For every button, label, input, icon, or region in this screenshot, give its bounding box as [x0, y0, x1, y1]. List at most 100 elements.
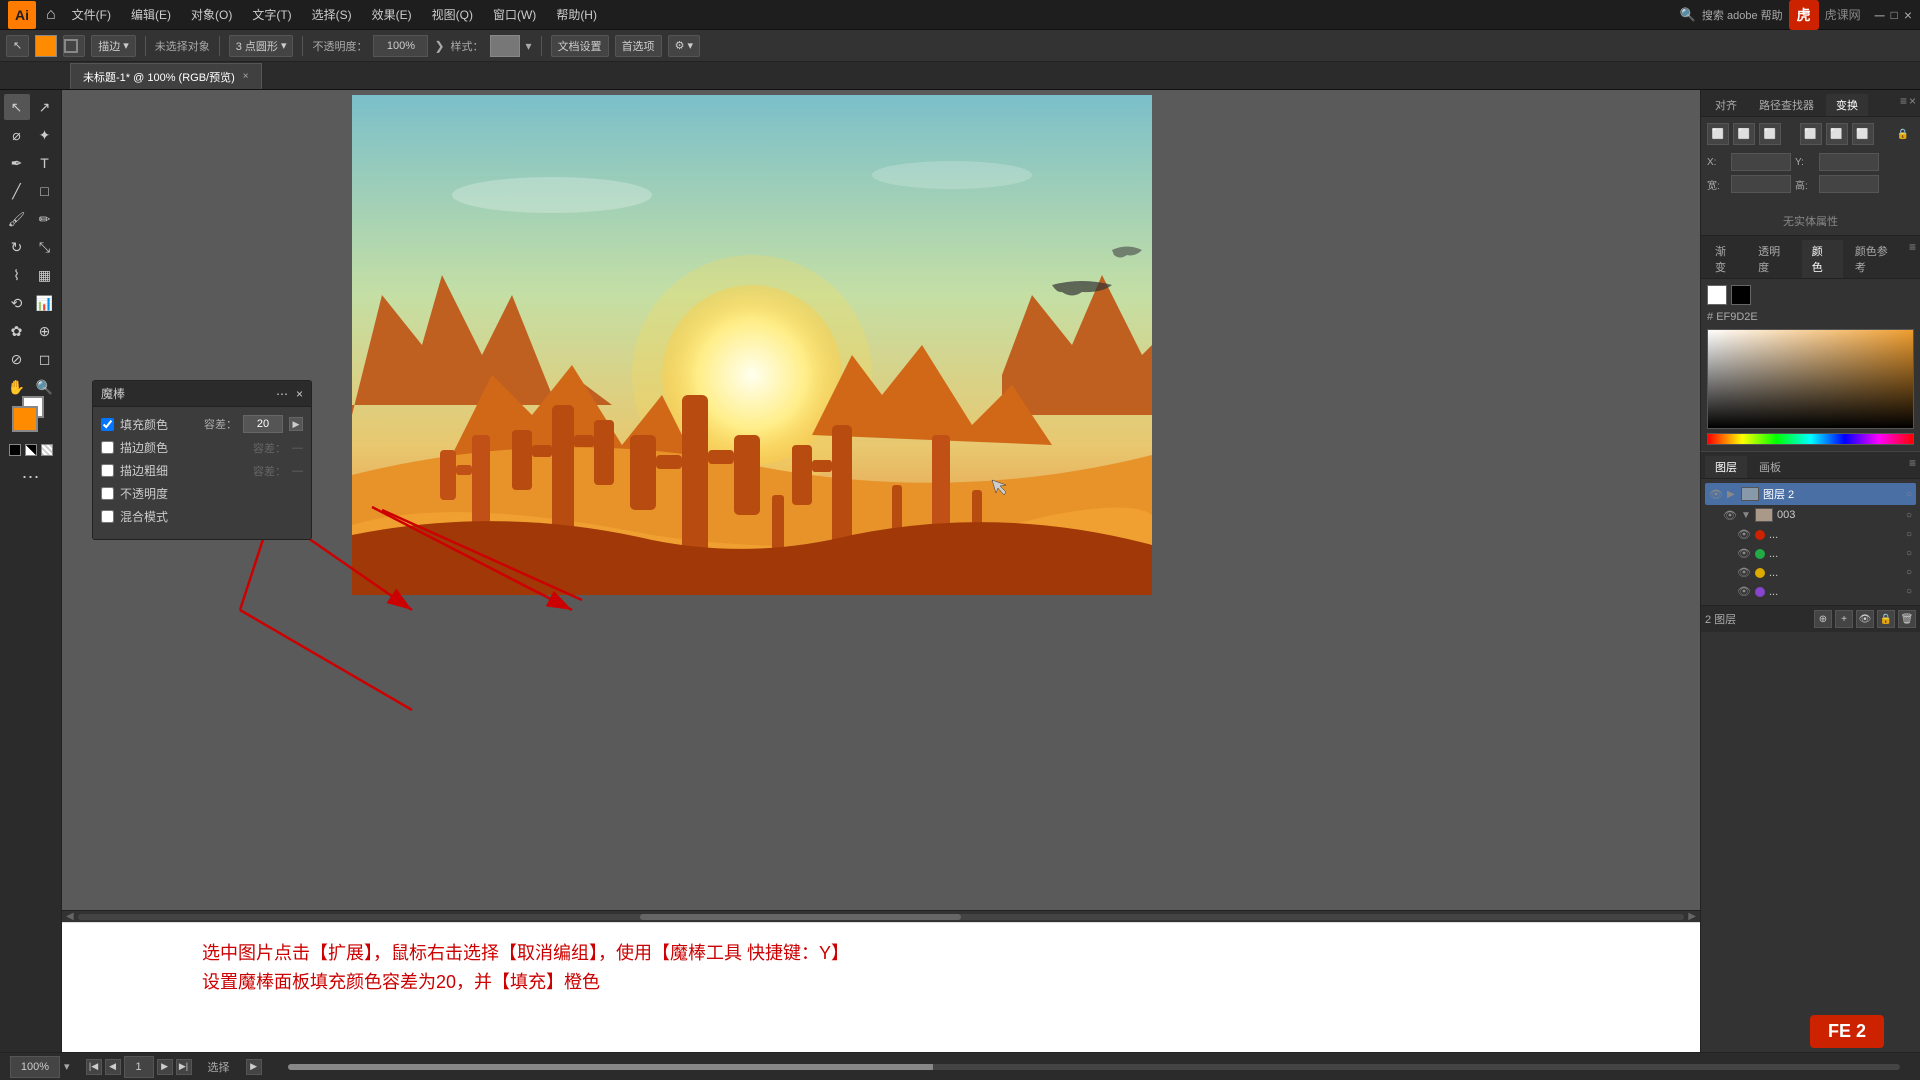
menu-select[interactable]: 选择(S): [304, 4, 360, 25]
panel-close-icon[interactable]: ×: [296, 387, 303, 401]
menu-effect[interactable]: 效果(E): [364, 4, 420, 25]
layer-2-eye[interactable]: 👁: [1709, 488, 1723, 501]
show-hide-all-btn[interactable]: 👁: [1856, 610, 1874, 628]
menu-text[interactable]: 文字(T): [244, 4, 299, 25]
align-center-h-btn[interactable]: ⬜: [1733, 123, 1755, 145]
first-option-btn[interactable]: 首选项: [615, 35, 662, 57]
direct-select-tool[interactable]: ↗: [32, 94, 58, 120]
home-icon[interactable]: ⌂: [46, 6, 56, 24]
document-tab[interactable]: 未标题-1* @ 100% (RGB/预览) ×: [70, 63, 262, 89]
menu-edit[interactable]: 编辑(E): [123, 4, 179, 25]
pen-tool[interactable]: ✒: [4, 150, 30, 176]
align-bottom-btn[interactable]: ⬜: [1852, 123, 1874, 145]
prev-page-btn[interactable]: ◀: [105, 1059, 121, 1075]
layer-yellow-eye[interactable]: 👁: [1737, 566, 1751, 579]
column-tool[interactable]: ▦: [32, 262, 58, 288]
hue-slider[interactable]: [1707, 433, 1914, 445]
next-page-btn[interactable]: ▶: [157, 1059, 173, 1075]
zoom-dropdown-icon[interactable]: ▾: [64, 1060, 70, 1073]
pencil-tool[interactable]: ✏: [32, 206, 58, 232]
h-input[interactable]: [1819, 175, 1879, 193]
layer-2-arrow[interactable]: ▶: [1727, 489, 1737, 500]
canvas-settings-btn[interactable]: ⚙ ▾: [668, 35, 700, 57]
tab-color-guide[interactable]: 颜色参考: [1845, 240, 1907, 278]
black-swatch[interactable]: [1731, 285, 1751, 305]
style-swatch[interactable]: [490, 35, 520, 57]
panel-menu-icon[interactable]: ⋯: [276, 387, 288, 401]
tab-transform[interactable]: 变换: [1826, 94, 1868, 116]
pattern-swatch[interactable]: [41, 444, 53, 456]
menu-file[interactable]: 文件(F): [64, 4, 119, 25]
close-icon[interactable]: ×: [1904, 7, 1912, 23]
new-layer-btn[interactable]: +: [1835, 610, 1853, 628]
scale-tool[interactable]: ⤡: [32, 234, 58, 260]
warp-tool[interactable]: ⌇: [4, 262, 30, 288]
opacity-input[interactable]: [373, 35, 428, 57]
lock-all-btn[interactable]: 🔒: [1877, 610, 1895, 628]
points-btn[interactable]: 3 点圆形 ▾: [229, 35, 294, 57]
minimize-icon[interactable]: ─: [1875, 7, 1885, 23]
tab-close-btn[interactable]: ×: [243, 71, 249, 82]
make-clipping-mask-btn[interactable]: ⊕: [1814, 610, 1832, 628]
layer-item-purple[interactable]: 👁 ... ○: [1705, 582, 1916, 601]
align-top-btn[interactable]: ⬜: [1800, 123, 1822, 145]
x-input[interactable]: [1731, 153, 1791, 171]
eraser-tool[interactable]: ◻: [32, 346, 58, 372]
layer-red-eye[interactable]: 👁: [1737, 528, 1751, 541]
menu-help[interactable]: 帮助(H): [548, 4, 605, 25]
blend-mode-checkbox[interactable]: [101, 510, 114, 523]
opacity-checkbox[interactable]: [101, 487, 114, 500]
tab-pathfinder[interactable]: 路径查找器: [1749, 94, 1824, 116]
lasso-tool[interactable]: ⌀: [4, 122, 30, 148]
line-tool[interactable]: ╱: [4, 178, 30, 204]
last-page-btn[interactable]: ▶|: [176, 1059, 192, 1075]
white-swatch[interactable]: [1707, 285, 1727, 305]
align-right-btn[interactable]: ⬜: [1759, 123, 1781, 145]
fill-color-checkbox[interactable]: [101, 418, 114, 431]
expand-icon[interactable]: ❯: [434, 39, 444, 53]
layer-item-green[interactable]: 👁 ... ○: [1705, 544, 1916, 563]
stroke-color-checkbox[interactable]: [101, 441, 114, 454]
w-input[interactable]: [1731, 175, 1791, 193]
fill-color-swatch[interactable]: [35, 35, 57, 57]
menu-view[interactable]: 视图(Q): [424, 4, 481, 25]
y-input[interactable]: [1819, 153, 1879, 171]
menu-object[interactable]: 对象(O): [183, 4, 240, 25]
stroke-mode-btn[interactable]: 描边 ▾: [91, 35, 136, 57]
type-tool[interactable]: T: [32, 150, 58, 176]
tab-layers[interactable]: 图层: [1705, 456, 1747, 478]
layer-003-eye[interactable]: 👁: [1723, 509, 1737, 522]
first-page-btn[interactable]: |◀: [86, 1059, 102, 1075]
selection-tool[interactable]: ↖: [4, 94, 30, 120]
none-swatch[interactable]: [9, 444, 21, 456]
foreground-color-swatch[interactable]: [12, 406, 38, 432]
layer-item-2[interactable]: 👁 ▶ 图层 2 ○: [1705, 483, 1916, 505]
fill-tolerance-input[interactable]: [243, 415, 283, 433]
layers-panel-menu-icon[interactable]: ≡: [1909, 456, 1916, 478]
zoom-input[interactable]: [10, 1056, 60, 1078]
layer-item-yellow[interactable]: 👁 ... ○: [1705, 563, 1916, 582]
color-panel-menu-icon[interactable]: ≡: [1909, 240, 1916, 278]
tab-opacity[interactable]: 透明度: [1748, 240, 1800, 278]
tab-align[interactable]: 对齐: [1705, 94, 1747, 116]
align-left-btn[interactable]: ⬜: [1707, 123, 1729, 145]
search-icon[interactable]: 🔍: [1680, 7, 1696, 23]
bar-chart-tool[interactable]: 📊: [32, 290, 58, 316]
symbol-tool[interactable]: ✿: [4, 318, 30, 344]
slice-tool[interactable]: ⊘: [4, 346, 30, 372]
align-center-v-btn[interactable]: ⬜: [1826, 123, 1848, 145]
layer-green-eye[interactable]: 👁: [1737, 547, 1751, 560]
tab-gradient[interactable]: 渐变: [1705, 240, 1746, 278]
horizontal-scrollbar[interactable]: [288, 1064, 1900, 1070]
color-spectrum[interactable]: [1707, 329, 1914, 429]
tab-color[interactable]: 颜色: [1802, 240, 1843, 278]
rotate-tool[interactable]: ↻: [4, 234, 30, 260]
right-panel-close-icon[interactable]: ×: [1909, 94, 1916, 116]
menu-window[interactable]: 窗口(W): [485, 4, 544, 25]
doc-settings-btn[interactable]: 文档设置: [551, 35, 609, 57]
paint-tool[interactable]: 🖌: [4, 206, 30, 232]
fill-tolerance-increase[interactable]: ▶: [289, 417, 303, 431]
gradient-swatch[interactable]: [25, 444, 37, 456]
layer-item-red[interactable]: 👁 ... ○: [1705, 525, 1916, 544]
lock-icon[interactable]: 🔒: [1892, 123, 1914, 145]
